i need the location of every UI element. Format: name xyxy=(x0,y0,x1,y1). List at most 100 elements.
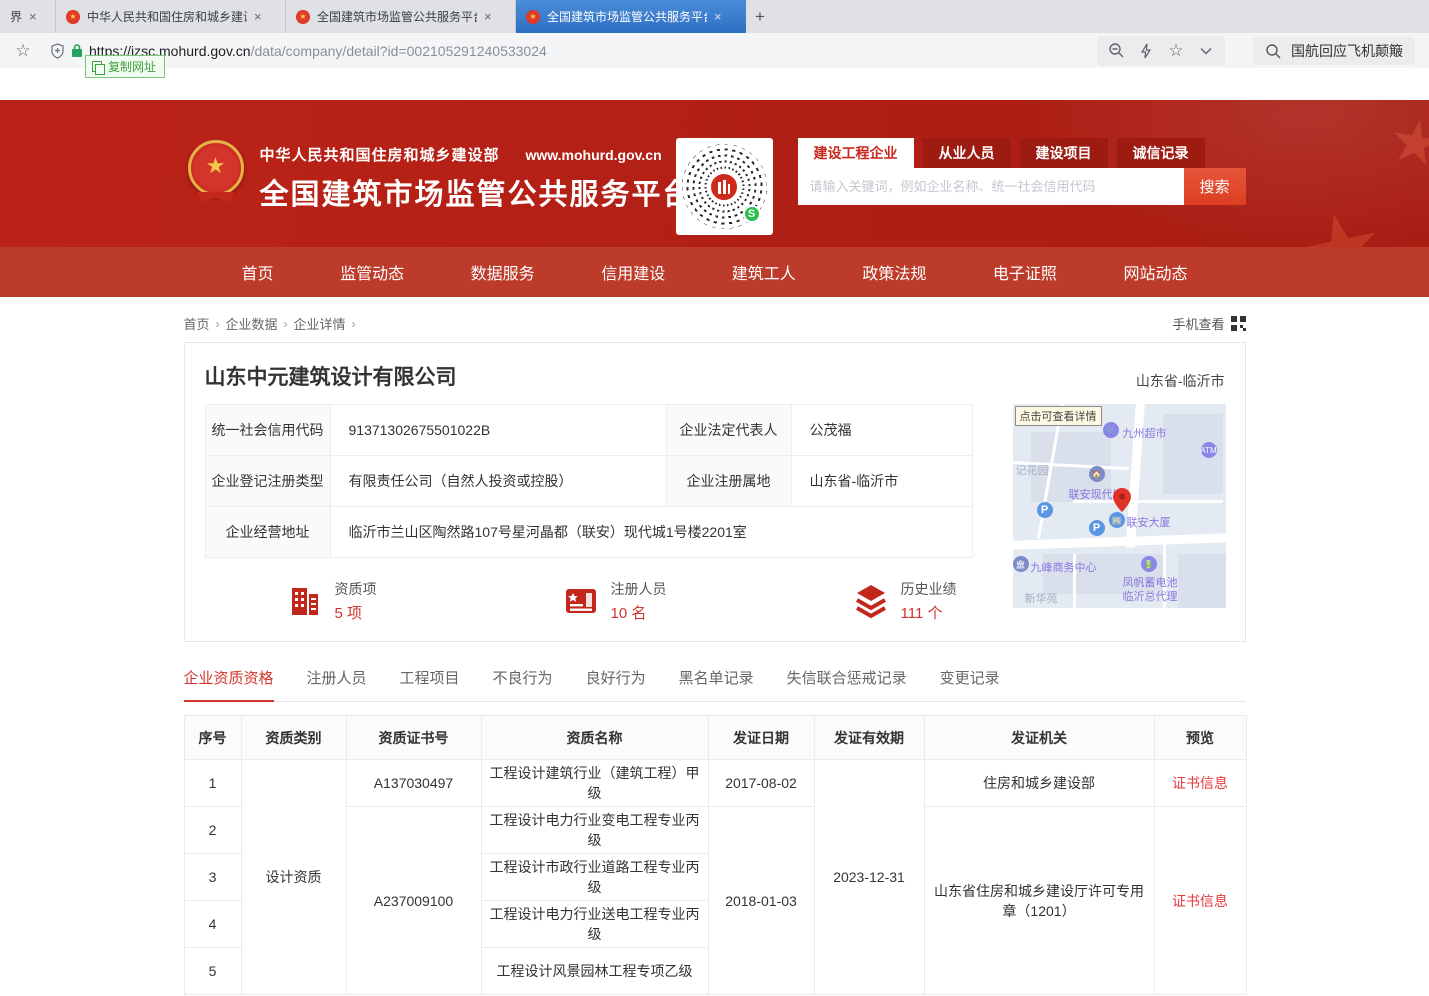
tab-label: 界 xyxy=(10,8,22,25)
qualification-table: 序号 资质类别 资质证书号 资质名称 发证日期 发证有效期 发证机关 预览 1 … xyxy=(184,715,1247,995)
search-button[interactable]: 搜索 xyxy=(1184,168,1246,205)
tab-close-icon[interactable]: × xyxy=(29,9,37,24)
secure-lock-icon xyxy=(71,43,83,58)
breadcrumb-company-detail[interactable]: 企业详情 xyxy=(294,314,346,333)
certificate-info-link[interactable]: 证书信息 xyxy=(1172,893,1228,909)
business-poi-icon: 🏛 xyxy=(1013,556,1029,572)
tab-close-icon[interactable]: × xyxy=(254,9,262,24)
cert-no: A237009100 xyxy=(346,807,481,995)
site-favicon-emblem-icon xyxy=(296,10,310,24)
site-favicon-emblem-icon xyxy=(526,10,540,24)
qual-name: 工程设计电力行业变电工程专业丙级 xyxy=(481,807,708,854)
col-index: 序号 xyxy=(184,716,241,760)
qual-name: 工程设计风景园林工程专项乙级 xyxy=(481,948,708,995)
stat-label: 资质项 xyxy=(335,579,377,599)
tab-close-icon[interactable]: × xyxy=(484,9,492,24)
favorite-star-icon[interactable]: ☆ xyxy=(1163,38,1189,64)
tab-enterprise-qualification[interactable]: 企业资质资格 xyxy=(184,667,274,702)
address-value: 临沂市兰山区陶然路107号星河晶都（联安）现代城1号楼2201室 xyxy=(330,507,972,558)
zoom-out-icon[interactable] xyxy=(1103,38,1129,64)
company-region: 山东省-临沂市 xyxy=(1136,371,1225,391)
browser-tab-2[interactable]: 中华人民共和国住房和城乡建设 × xyxy=(56,0,286,33)
qual-name: 工程设计电力行业送电工程专业丙级 xyxy=(481,901,708,948)
stat-history-performance: 历史业绩 111 个 xyxy=(851,579,957,623)
tab-projects[interactable]: 工程项目 xyxy=(400,667,460,701)
map-label-xinhuayuan: 新华苑 xyxy=(1025,590,1058,606)
col-preview: 预览 xyxy=(1154,716,1246,760)
breadcrumb-separator: › xyxy=(284,317,288,331)
shield-protect-icon[interactable] xyxy=(50,43,65,59)
nav-item-supervision[interactable]: 监管动态 xyxy=(340,260,404,284)
tab-label: 全国建筑市场监管公共服务平台 xyxy=(547,8,707,25)
table-header-row: 序号 资质类别 资质证书号 资质名称 发证日期 发证有效期 发证机关 预览 xyxy=(184,716,1246,760)
browser-tab-1[interactable]: 界 × xyxy=(0,0,56,33)
nav-item-workers[interactable]: 建筑工人 xyxy=(732,260,796,284)
site-favicon-emblem-icon xyxy=(66,10,80,24)
decorative-star-icon xyxy=(1288,187,1394,247)
nav-item-credit[interactable]: 信用建设 xyxy=(601,260,665,284)
nav-item-home[interactable]: 首页 xyxy=(242,260,274,284)
col-authority: 发证机关 xyxy=(924,716,1154,760)
breadcrumb-company-data[interactable]: 企业数据 xyxy=(226,314,278,333)
issue-date: 2017-08-02 xyxy=(708,760,814,807)
browser-tab-3[interactable]: 全国建筑市场监管公共服务平台 × xyxy=(286,0,516,33)
nav-item-data-service[interactable]: 数据服务 xyxy=(471,260,535,284)
detail-tab-bar: 企业资质资格 注册人员 工程项目 不良行为 良好行为 黑名单记录 失信联合惩戒记… xyxy=(184,667,1246,702)
bookmark-star-icon[interactable]: ☆ xyxy=(10,38,36,64)
qr-center-logo-icon xyxy=(709,172,739,202)
row-index: 3 xyxy=(184,854,241,901)
parking-icon: P xyxy=(1037,502,1053,518)
id-card-icon xyxy=(561,581,601,621)
battery-poi-icon: 🔋 xyxy=(1141,556,1157,572)
ministry-website: www.mohurd.gov.cn xyxy=(526,147,662,163)
site-header: 中华人民共和国住房和城乡建设部 www.mohurd.gov.cn 全国建筑市场… xyxy=(0,100,1429,247)
tab-bad-behavior[interactable]: 不良行为 xyxy=(493,667,553,701)
certificate-info-link[interactable]: 证书信息 xyxy=(1172,775,1228,791)
site-title-block: 中华人民共和国住房和城乡建设部 www.mohurd.gov.cn 全国建筑市场… xyxy=(260,144,694,213)
nav-item-site-news[interactable]: 网站动态 xyxy=(1123,260,1187,284)
map-pin-icon xyxy=(1113,488,1131,512)
qual-category: 设计资质 xyxy=(241,760,346,995)
tab-dishonesty-records[interactable]: 失信联合惩戒记录 xyxy=(787,667,907,701)
issuing-authority: 住房和城乡建设部 xyxy=(924,760,1154,807)
chevron-down-icon[interactable] xyxy=(1193,38,1219,64)
col-validity: 发证有效期 xyxy=(814,716,924,760)
search-tab-personnel[interactable]: 从业人员 xyxy=(923,138,1011,168)
new-tab-button[interactable]: + xyxy=(746,0,774,33)
company-location-map[interactable]: 点击可查看详情 🛒 九州超市 ATM 记花园 🏠 联安现代城 🏢 联安大厦 P … xyxy=(1013,404,1226,608)
search-tab-credit[interactable]: 诚信记录 xyxy=(1117,138,1205,168)
tab-change-records[interactable]: 变更记录 xyxy=(940,667,1000,701)
tab-good-behavior[interactable]: 良好行为 xyxy=(586,667,646,701)
issuing-authority: 山东省住房和城乡建设厅许可专用章（1201） xyxy=(924,807,1154,995)
browser-tab-active[interactable]: 全国建筑市场监管公共服务平台 × xyxy=(516,0,746,33)
hot-search-box[interactable]: 国航回应飞机颠簸 xyxy=(1253,37,1415,65)
breadcrumb-home[interactable]: 首页 xyxy=(184,314,210,333)
tower-poi-icon: 🏢 xyxy=(1109,512,1125,528)
search-tab-enterprise[interactable]: 建设工程企业 xyxy=(798,138,914,168)
tab-close-icon[interactable]: × xyxy=(714,9,722,24)
tab-blacklist[interactable]: 黑名单记录 xyxy=(679,667,754,701)
keyword-search-input[interactable] xyxy=(798,168,1184,205)
mobile-view-button[interactable]: 手机查看 xyxy=(1172,314,1245,333)
company-stats: 资质项 5 项 注册人员 10 名 xyxy=(205,579,973,623)
map-label-garden: 记花园 xyxy=(1016,462,1049,478)
search-tab-project[interactable]: 建设项目 xyxy=(1020,138,1108,168)
tab-registered-personnel[interactable]: 注册人员 xyxy=(307,667,367,701)
map-label-business-center: 九峰商务中心 xyxy=(1031,559,1097,575)
browser-tab-bar: 界 × 中华人民共和国住房和城乡建设 × 全国建筑市场监管公共服务平台 × 全国… xyxy=(0,0,1429,33)
reg-region-value: 山东省-临沂市 xyxy=(791,456,972,507)
nav-item-policy[interactable]: 政策法规 xyxy=(862,260,926,284)
supermarket-poi-icon: 🛒 xyxy=(1103,422,1119,438)
table-row: 1 设计资质 A137030497 工程设计建筑行业（建筑工程）甲级 2017-… xyxy=(184,760,1246,807)
layers-icon xyxy=(851,581,891,621)
decorative-star-icon xyxy=(1384,104,1429,182)
nav-item-e-license[interactable]: 电子证照 xyxy=(993,260,1057,284)
stat-label: 历史业绩 xyxy=(901,579,957,599)
reg-region-label: 企业注册属地 xyxy=(666,456,791,507)
qual-name: 工程设计建筑行业（建筑工程）甲级 xyxy=(481,760,708,807)
address-bar[interactable]: https://jzsc.mohurd.gov.cn/data/company/… xyxy=(50,43,1097,59)
atm-poi-icon: ATM xyxy=(1201,442,1217,458)
credit-code-value: 91371302675501022B xyxy=(330,405,666,456)
flash-save-icon[interactable] xyxy=(1133,38,1159,64)
col-issue-date: 发证日期 xyxy=(708,716,814,760)
